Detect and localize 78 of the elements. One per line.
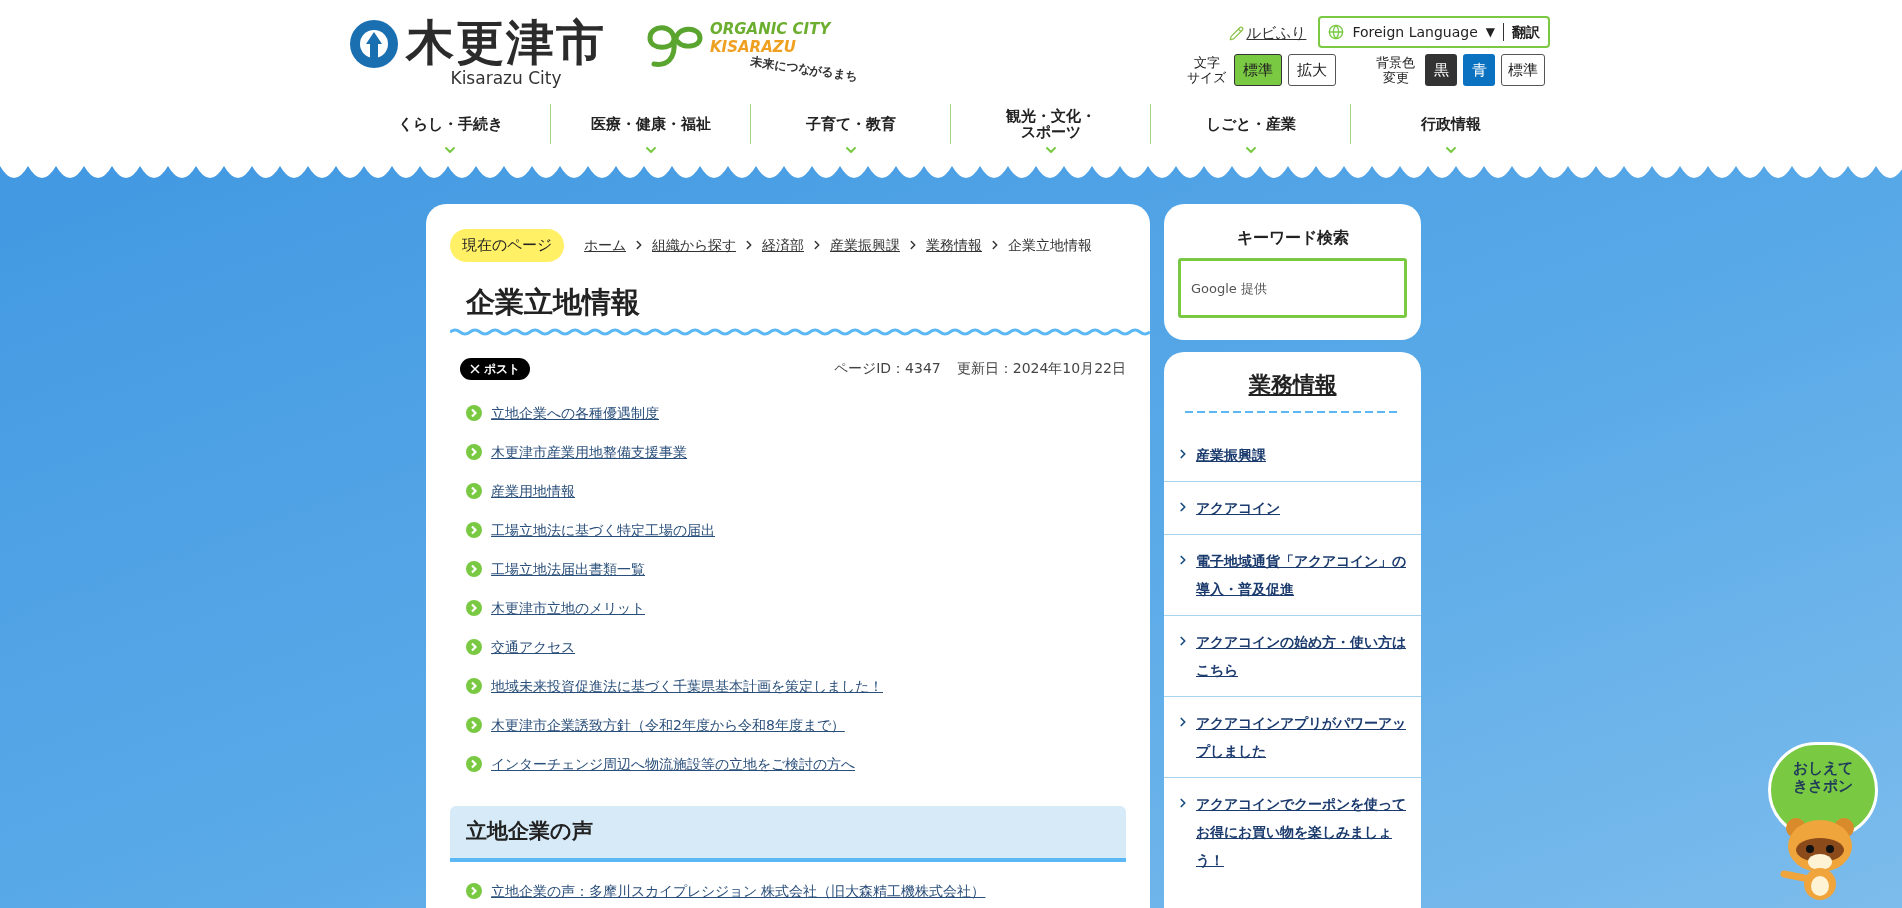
content-link[interactable]: 木更津市産業用地整備支援事業 [491, 441, 687, 463]
content-link[interactable]: インターチェンジ周辺へ物流施設等の立地をご検討の方へ [491, 753, 855, 775]
background-color-button[interactable]: 黒 [1425, 54, 1457, 86]
nav-label: しごと・産業 [1205, 116, 1296, 132]
font-size-button[interactable]: 標準 [1234, 54, 1282, 86]
content-link[interactable]: 立地企業の声：多摩川スカイプレシジョン 株式会社（旧大森精工機株式会社） [491, 880, 986, 902]
globe-icon [1328, 24, 1345, 40]
city-logo-subtitle: Kisarazu City [450, 68, 562, 88]
arrow-bullet-icon [466, 717, 482, 733]
x-post-button[interactable]: ポスト [460, 357, 530, 380]
arrow-bullet-icon [466, 678, 482, 694]
arrow-bullet-icon [466, 639, 482, 655]
language-selector[interactable]: Foreign Language ▼ 翻訳 [1318, 16, 1550, 48]
kisarazu-text: KISARAZU [710, 38, 797, 56]
nav-menu-item[interactable]: 子育て・教育 [750, 104, 950, 144]
page-title: 企業立地情報 [466, 283, 641, 321]
nav-menu-item[interactable]: 行政情報 [1350, 104, 1550, 144]
nav-menu-item[interactable]: くらし・手続き [350, 104, 550, 144]
translate-label: 翻訳 [1512, 22, 1540, 42]
ruby-link[interactable]: ルビふり [1229, 21, 1307, 45]
content-link[interactable]: 木更津市立地のメリット [491, 597, 645, 619]
breadcrumb-link[interactable]: 業務情報 [926, 234, 982, 256]
nav-label: 子育て・教育 [805, 116, 896, 132]
category-link[interactable]: アクアコインアプリがパワーアップしました [1196, 709, 1409, 765]
arrow-bullet-icon [466, 522, 482, 538]
nav-label: 観光・文化・ [1005, 108, 1096, 124]
category-link[interactable]: アクアコインでクーポンを使ってお得にお買い物を楽しみましょう！ [1196, 790, 1409, 874]
category-link[interactable]: 産業振興課 [1196, 441, 1266, 469]
content-link[interactable]: 立地企業への各種優遇制度 [491, 402, 659, 424]
nav-label: 医療・健康・福祉 [590, 116, 711, 132]
content-link[interactable]: 交通アクセス [491, 636, 575, 658]
font-size-label: 文字 [1193, 55, 1220, 70]
breadcrumb-link[interactable]: 組織から探す [652, 234, 736, 256]
breadcrumb-current: 企業立地情報 [1008, 235, 1092, 255]
nav-label: くらし・手続き [397, 116, 503, 132]
updated-date-text: 更新日：2024年10月22日 [956, 359, 1126, 378]
arrow-bullet-icon [466, 600, 482, 616]
page-id-text: ページID：4347 [834, 359, 941, 378]
background-color-label: 背景色 [1376, 55, 1415, 70]
font-size-button[interactable]: 拡大 [1288, 54, 1336, 86]
breadcrumb-link[interactable]: 経済部 [762, 234, 804, 256]
nav-menu-item[interactable]: 医療・健康・福祉 [550, 104, 750, 144]
language-label: Foreign Language [1352, 22, 1478, 42]
nav-label: 行政情報 [1420, 116, 1481, 132]
background-color-label: 変更 [1382, 70, 1409, 85]
pencil-icon [1229, 25, 1245, 41]
nav-label: スポーツ [1020, 124, 1081, 140]
nav-menu-item[interactable]: しごと・産業 [1150, 104, 1350, 144]
breadcrumb-link[interactable]: ホーム [584, 234, 626, 256]
arrow-bullet-icon [466, 483, 482, 499]
x-logo-icon [470, 363, 480, 374]
arrow-bullet-icon [466, 883, 482, 899]
background-color-button[interactable]: 標準 [1501, 54, 1545, 86]
search-field[interactable]: Google 提供 [1178, 258, 1407, 318]
category-link[interactable]: アクアコインの始め方・使い方はこちら [1196, 628, 1409, 684]
section-heading: 立地企業の声 [466, 817, 593, 845]
arrow-bullet-icon [466, 561, 482, 577]
category-link[interactable]: アクアコイン [1196, 494, 1280, 522]
arrow-bullet-icon [466, 756, 482, 772]
content-link[interactable]: 地域未来投資促進法に基づく千葉県基本計画を策定しました！ [491, 675, 883, 697]
organic-city-text: ORGANIC CITY [710, 20, 833, 38]
content-link[interactable]: 産業用地情報 [491, 480, 575, 502]
breadcrumb-link[interactable]: 産業振興課 [830, 234, 900, 256]
category-link[interactable]: 電子地域通貨「アクアコイン」の導入・普及促進 [1196, 547, 1409, 603]
city-emblem-icon [350, 20, 398, 68]
arrow-bullet-icon [466, 405, 482, 421]
nav-menu-item[interactable]: 観光・文化・ スポーツ [950, 104, 1150, 144]
tagline-text: 未来につながるまち [749, 53, 859, 86]
arrow-bullet-icon [466, 444, 482, 460]
caret-icon: ▼ [1485, 23, 1495, 41]
category-heading: 業務情報 [1248, 371, 1337, 399]
background-color-button[interactable]: 青 [1463, 54, 1495, 86]
search-heading: キーワード検索 [1236, 227, 1349, 249]
content-link[interactable]: 木更津市企業誘致方針（令和2年度から令和8年度まで） [491, 714, 845, 736]
content-link[interactable]: 工場立地法届出書類一覧 [491, 558, 645, 580]
current-page-badge: 現在のページ [450, 229, 564, 262]
content-link[interactable]: 工場立地法に基づく特定工場の届出 [491, 519, 715, 541]
font-size-label: サイズ [1187, 70, 1226, 85]
